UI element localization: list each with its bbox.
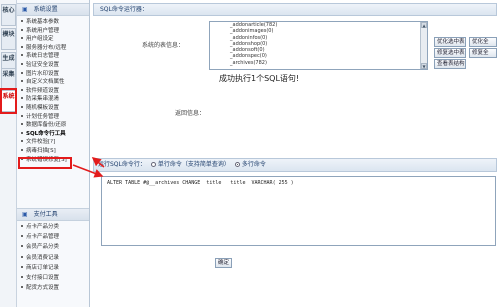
sidebar-item-label: 防采集串混淆: [26, 96, 60, 103]
sidebar-item-label: 会员产品分类: [26, 244, 60, 251]
bullet-icon: [21, 54, 23, 57]
sidebar-item-label: 软件频道设置: [26, 87, 60, 94]
sidebar-item[interactable]: 点卡产品分类: [21, 223, 59, 232]
bullet-icon: [21, 71, 23, 74]
sidebar-item-label: 点卡产品管理: [26, 234, 60, 241]
collapse-icon: ▣: [22, 6, 28, 13]
success-message: 成功执行1个SQL语句!: [219, 74, 300, 83]
sidebar-item-label: 随机模板设置: [26, 105, 60, 111]
sidebar-item-label: 会员消费记录: [26, 254, 60, 261]
sidebar-item[interactable]: 商店订单记录: [21, 264, 59, 273]
view-structure-button[interactable]: 查看表结构: [434, 59, 466, 69]
tab-core[interactable]: 核心: [1, 4, 16, 26]
section-title: 支付工具: [33, 211, 58, 218]
scroll-down-icon[interactable]: ▼: [421, 63, 427, 69]
bullet-icon: [21, 106, 23, 108]
table-listbox[interactable]: _addonarticle(782) _addonimages(0) _addoni…: [209, 21, 428, 70]
sidebar-item[interactable]: 会员产品分类: [21, 243, 59, 252]
bullet-icon: [21, 123, 23, 126]
sidebar-item-label: 文件校验[?]: [26, 139, 56, 146]
sidebar: ▣ 系统设置 系统基本参数 系统用户管理 用户组设定 服务器分布/远程 系统日志管理 验证安…: [17, 0, 90, 307]
sidebar-item-label: 图片水印设置: [26, 70, 60, 77]
mode-label: 运行SQL命令行：: [98, 161, 146, 168]
sidebar-item[interactable]: 配货方式设置: [21, 284, 59, 293]
sql-command-textarea[interactable]: ALTER TABLE #@__archives CHANGE title ti…: [101, 176, 496, 246]
bullet-icon: [21, 265, 23, 268]
listbox-scrollbar[interactable]: ▲ ▼: [420, 22, 427, 69]
sidebar-item-label: 用户组设定: [26, 36, 54, 43]
single-mode-radio[interactable]: [150, 161, 156, 167]
sidebar-item-label: 配货方式设置: [26, 285, 60, 292]
sidebar-item[interactable]: 支付接口设置: [21, 274, 59, 283]
bullet-icon: [21, 286, 23, 289]
bullet-icon: [21, 63, 23, 65]
bullet-icon: [21, 88, 23, 91]
tab-modules[interactable]: 模块: [1, 28, 16, 50]
sidebar-item-label: 支付接口设置: [26, 275, 60, 281]
sidebar-section-system-settings[interactable]: ▣ 系统设置: [17, 3, 89, 16]
system-info-label: 系统的表信息：: [142, 42, 185, 49]
bullet-icon: [21, 255, 23, 258]
highlight-sql-tool: [18, 157, 72, 169]
bullet-icon: [21, 235, 23, 238]
bullet-icon: [21, 28, 23, 31]
sidebar-item-label: SQL命令行工具: [26, 130, 66, 137]
bullet-icon: [21, 225, 23, 227]
bullet-icon: [21, 149, 23, 151]
confirm-button[interactable]: 确定: [215, 258, 232, 268]
optimize-selected-button[interactable]: 优化选中表: [434, 37, 466, 47]
sidebar-item-label: 商店订单记录: [26, 264, 60, 271]
sidebar-item-label: 系统日志管理: [26, 53, 60, 60]
sql-mode-bar: 运行SQL命令行： 单行命令（支持简单查询） 多行命令: [93, 158, 497, 172]
page-title: SQL命令运行器：: [93, 3, 497, 16]
highlight-tab-system: [0, 88, 17, 114]
sidebar-item-label: 数据库备份/还原: [26, 122, 67, 129]
sidebar-section-payment-tools[interactable]: ▣ 支付工具: [17, 208, 89, 221]
bullet-icon: [21, 276, 23, 278]
table-list-item[interactable]: _archives(782): [210, 60, 427, 66]
sidebar-item-label: 服务器分布/远程: [26, 44, 67, 51]
section-title: 系统设置: [33, 6, 58, 13]
sidebar-item-label: 自定义文档属性: [26, 79, 65, 86]
sidebar-item-label: 系统用户管理: [26, 27, 60, 34]
bullet-icon: [21, 140, 23, 143]
bullet-icon: [21, 37, 23, 40]
sidebar-item-label: 验证安全设置: [26, 62, 60, 68]
bullet-icon: [21, 20, 23, 22]
sidebar-item[interactable]: 会员消费记录: [21, 254, 59, 263]
multi-mode-radio[interactable]: [234, 161, 240, 167]
main-panel: SQL命令运行器： 系统的表信息： _addonarticle(782) _add…: [91, 0, 499, 307]
optimize-all-button[interactable]: 优化全: [469, 37, 497, 47]
sidebar-item-label: 系统基本参数: [26, 19, 60, 25]
multi-mode-label[interactable]: 多行命令: [242, 161, 266, 168]
scroll-up-icon[interactable]: ▲: [421, 22, 427, 28]
bullet-icon: [21, 114, 23, 117]
single-mode-label[interactable]: 单行命令（支持简单查询）: [158, 161, 230, 168]
repair-selected-button[interactable]: 修复选中表: [434, 48, 466, 58]
bullet-icon: [21, 245, 23, 248]
sidebar-item-label: 病毒扫描[S]: [26, 148, 56, 154]
sidebar-item[interactable]: 点卡产品管理: [21, 233, 59, 242]
repair-all-button[interactable]: 修复全: [469, 48, 497, 58]
sidebar-item-label: 点卡产品分类: [26, 224, 60, 230]
vertical-tab-strip: 核心 模块 生成 采集 会员 模板 系统: [0, 0, 17, 307]
collapse-icon: ▣: [22, 211, 28, 218]
bullet-icon: [21, 97, 23, 100]
sidebar-item-label: 计划任务管理: [26, 113, 60, 120]
return-info-label: 返回信息：: [175, 110, 206, 117]
bullet-icon: [21, 131, 23, 134]
tab-collect[interactable]: 采集: [1, 68, 16, 90]
bullet-icon: [21, 80, 23, 83]
bullet-icon: [21, 45, 23, 48]
app-window: 核心 模块 生成 采集 会员 模板 系统 ▣ 系统设置 系统基本参数系统用户管理用…: [0, 0, 499, 307]
